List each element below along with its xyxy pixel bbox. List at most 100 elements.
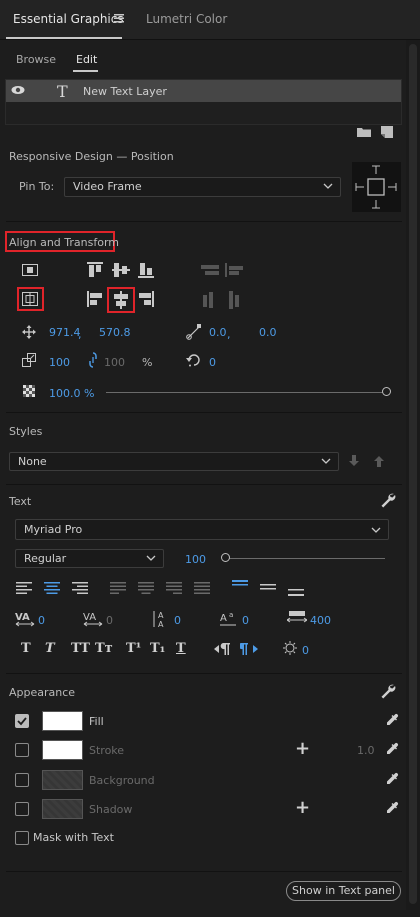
tracking-icon: VA — [83, 610, 103, 628]
wrench-icon[interactable] — [380, 492, 396, 508]
link-icon[interactable] — [88, 352, 98, 368]
justify-all-icon[interactable] — [194, 582, 210, 594]
divider — [6, 221, 402, 222]
faux-italic-button[interactable]: T — [45, 641, 55, 656]
tab-width-value[interactable]: 0 — [302, 644, 309, 657]
stroke-checkbox[interactable] — [15, 743, 29, 757]
background-checkbox[interactable] — [15, 773, 29, 787]
rotation-value[interactable]: 0 — [209, 356, 216, 369]
fill-color-swatch[interactable] — [42, 711, 83, 731]
underline-button[interactable]: T — [176, 641, 186, 656]
font-size-slider-track[interactable] — [225, 558, 385, 559]
tab-lumetri-color[interactable]: Lumetri Color — [146, 12, 227, 26]
anchor-y-value[interactable]: 0.0 — [259, 326, 277, 339]
pin-to-dropdown[interactable]: Video Frame — [64, 177, 341, 197]
subtab-underline — [73, 70, 98, 72]
top-align-text-icon[interactable] — [232, 580, 248, 590]
align-vertical-center-icon[interactable] — [112, 262, 130, 278]
shadow-color-swatch[interactable] — [42, 799, 83, 819]
font-family-dropdown[interactable]: Myriad Pro — [15, 519, 389, 540]
stroke-color-swatch[interactable] — [42, 740, 83, 760]
svg-text:VA: VA — [83, 612, 96, 623]
subscript-button[interactable]: T₁ — [150, 641, 165, 656]
bottom-align-text-icon[interactable] — [288, 587, 304, 597]
separator: , — [227, 328, 231, 341]
ltr-text-direction-icon[interactable] — [214, 643, 232, 655]
justify-last-right-icon[interactable] — [166, 582, 182, 594]
center-text-icon[interactable] — [44, 582, 60, 594]
align-text-left-icon[interactable] — [16, 582, 32, 594]
scrollbar-thumb[interactable] — [409, 44, 417, 904]
align-horizontal-center-icon[interactable] — [112, 291, 130, 309]
pin-diagram[interactable] — [352, 162, 401, 212]
mask-with-text-label: Mask with Text — [33, 831, 114, 844]
text-layer-icon: T — [57, 82, 68, 101]
font-size-slider-knob[interactable] — [220, 553, 230, 562]
opacity-slider-knob[interactable] — [381, 387, 391, 396]
fill-checkbox[interactable] — [15, 714, 29, 728]
new-folder-icon[interactable] — [357, 127, 371, 137]
svg-text:a: a — [229, 611, 233, 619]
eyedropper-icon[interactable] — [385, 801, 399, 815]
hamburger-icon[interactable] — [114, 14, 124, 23]
shadow-checkbox[interactable] — [15, 802, 29, 816]
baseline-shift-icon: Aa — [220, 610, 238, 628]
styles-dropdown[interactable]: None — [9, 452, 339, 471]
distribute-horizontal-icon — [203, 291, 245, 309]
font-style-dropdown[interactable]: Regular — [15, 549, 164, 568]
font-size-value[interactable]: 100 — [185, 553, 206, 566]
mask-with-text-checkbox[interactable] — [15, 831, 29, 845]
tsume-icon — [287, 611, 307, 625]
add-shadow-icon[interactable]: + — [295, 797, 310, 818]
justify-last-center-icon[interactable] — [138, 582, 154, 594]
fill-label: Fill — [89, 715, 104, 728]
wrench-icon[interactable] — [380, 683, 396, 699]
subtab-edit[interactable]: Edit — [76, 53, 97, 66]
faux-bold-button[interactable]: T — [21, 641, 31, 656]
chevron-down-icon — [146, 555, 156, 561]
align-top-icon[interactable] — [87, 262, 103, 278]
small-caps-button[interactable]: Tт — [95, 641, 113, 656]
divider — [6, 484, 402, 485]
align-right-icon[interactable] — [138, 291, 154, 307]
leading-value[interactable]: 0 — [174, 614, 181, 627]
leading-icon: AA — [152, 610, 170, 628]
new-layer-icon[interactable] — [381, 126, 393, 138]
align-transform-title: Align and Transform — [9, 236, 119, 249]
align-bottom-icon[interactable] — [138, 262, 154, 278]
justify-last-left-icon[interactable] — [110, 582, 126, 594]
superscript-button[interactable]: T¹ — [126, 641, 141, 656]
tab-essential-graphics[interactable]: Essential Graphics — [13, 12, 124, 26]
kerning-value[interactable]: 0 — [38, 614, 45, 627]
rtl-text-direction-icon[interactable] — [240, 643, 258, 655]
styles-value: None — [18, 455, 47, 468]
styles-title: Styles — [9, 425, 43, 438]
divider — [6, 673, 402, 674]
position-x-value[interactable]: 971.4 — [49, 326, 81, 339]
scale-value[interactable]: 100 — [49, 356, 70, 369]
tsume-value[interactable]: 400 — [310, 614, 331, 627]
scale-icon — [22, 353, 36, 367]
align-left-icon[interactable] — [87, 291, 103, 307]
align-text-right-icon[interactable] — [72, 582, 88, 594]
align-to-selection-icon[interactable] — [22, 263, 38, 277]
align-to-video-frame-icon[interactable] — [22, 292, 38, 306]
anchor-x-value[interactable]: 0.0 — [209, 326, 227, 339]
position-y-value[interactable]: 570.8 — [99, 326, 131, 339]
opacity-value[interactable]: 100.0 % — [49, 387, 94, 400]
eyedropper-icon[interactable] — [385, 772, 399, 786]
show-in-text-panel-button[interactable]: Show in Text panel — [286, 881, 401, 901]
all-caps-button[interactable]: TT — [71, 641, 90, 656]
center-align-text-vertically-icon[interactable] — [260, 584, 276, 592]
baseline-shift-value[interactable]: 0 — [242, 614, 249, 627]
eyedropper-icon[interactable] — [385, 742, 399, 756]
eyedropper-icon[interactable] — [385, 713, 399, 727]
add-stroke-icon[interactable]: + — [295, 738, 310, 759]
chevron-down-icon — [371, 527, 381, 533]
eye-icon[interactable] — [11, 85, 25, 95]
subtab-browse[interactable]: Browse — [16, 53, 56, 66]
background-color-swatch[interactable] — [42, 770, 83, 790]
pin-to-value: Video Frame — [73, 180, 142, 193]
scale-unit: % — [142, 356, 153, 369]
opacity-slider-track[interactable] — [106, 392, 386, 393]
